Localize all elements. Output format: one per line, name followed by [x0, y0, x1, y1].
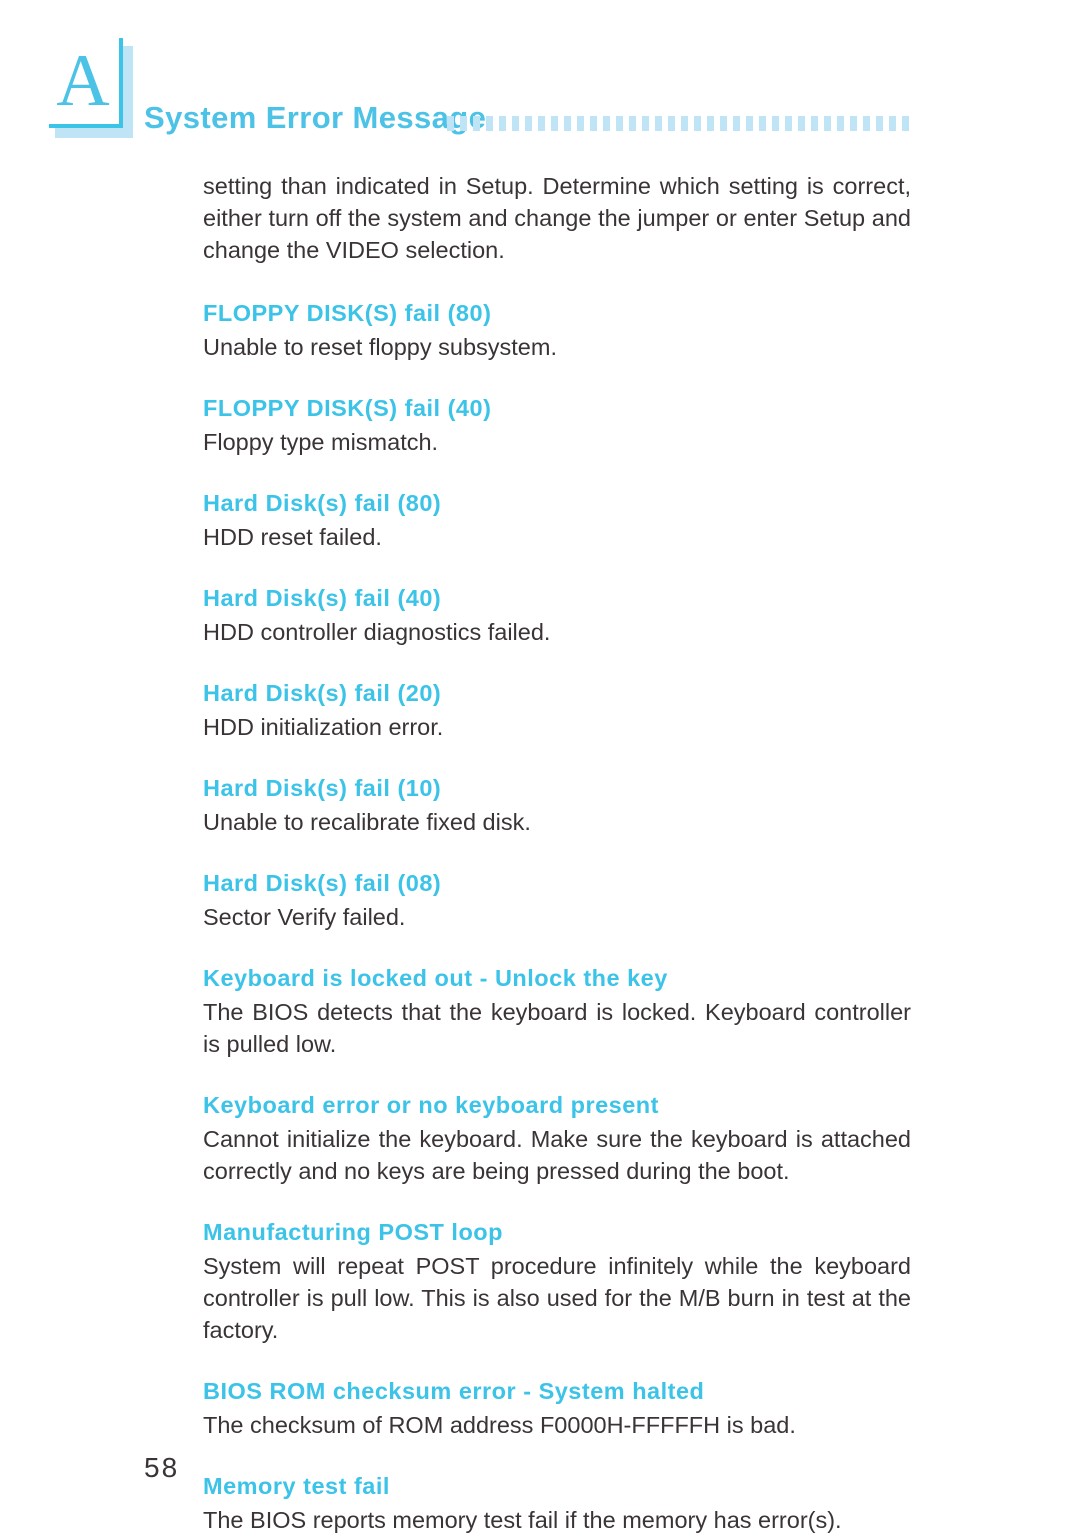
header-dotted-rule [447, 115, 913, 131]
error-entry: BIOS ROM checksum error - System halted T… [203, 1376, 911, 1441]
error-entry-description: Floppy type mismatch. [203, 429, 439, 455]
header-dot [694, 115, 701, 131]
page-number: 58 [144, 1452, 180, 1483]
header-dot [460, 115, 467, 131]
error-entry-description: Unable to recalibrate fixed disk. [203, 809, 531, 835]
header-dot [798, 115, 805, 131]
error-entry: Keyboard error or no keyboard present Can… [203, 1090, 911, 1187]
error-entry: Memory test fail The BIOS reports memory … [203, 1471, 911, 1536]
error-entry-title: Hard Disk(s) fail (08) [203, 870, 442, 896]
error-entry-description: Sector Verify failed. [203, 904, 406, 930]
header-dot [486, 115, 493, 131]
page-content: setting than indicated in Setup. Determi… [203, 170, 911, 1536]
error-entry: Manufacturing POST loop System will repea… [203, 1217, 911, 1346]
header-dot [655, 115, 662, 131]
error-entry-title: Hard Disk(s) fail (80) [203, 490, 442, 516]
chapter-badge-vertical-rule [119, 38, 123, 128]
error-entry-title: Hard Disk(s) fail (40) [203, 585, 442, 611]
header-dot [681, 115, 688, 131]
header-dot [499, 115, 506, 131]
error-entry: Hard Disk(s) fail (08) Sector Verify fail… [203, 868, 911, 933]
error-entry: Hard Disk(s) fail (40) HDD controller dia… [203, 583, 911, 648]
error-entry: FLOPPY DISK(S) fail (40) Floppy type mism… [203, 393, 911, 458]
header-dot [837, 115, 844, 131]
header-dot [447, 115, 454, 131]
error-entry-title: Memory test fail [203, 1473, 390, 1499]
header-dot [733, 115, 740, 131]
header-dot [759, 115, 766, 131]
header-dot [551, 115, 558, 131]
error-entry-description: HDD controller diagnostics failed. [203, 619, 551, 645]
header-dot [889, 115, 896, 131]
error-entry-title: BIOS ROM checksum error - System halted [203, 1378, 705, 1404]
error-entry-title: Keyboard error or no keyboard present [203, 1092, 659, 1118]
header-dot [811, 115, 818, 131]
chapter-letter: A [56, 40, 110, 122]
error-entry-description: The BIOS detects that the keyboard is lo… [203, 999, 911, 1057]
error-entry-title: Hard Disk(s) fail (10) [203, 775, 442, 801]
header-dot [785, 115, 792, 131]
header-dot [876, 115, 883, 131]
error-entry-description: The checksum of ROM address F0000H-FFFFF… [203, 1412, 796, 1438]
header-dot [902, 115, 909, 131]
error-entry-title: Keyboard is locked out - Unlock the key [203, 965, 668, 991]
header-dot [863, 115, 870, 131]
error-entry-title: FLOPPY DISK(S) fail (80) [203, 300, 492, 326]
header-dot [590, 115, 597, 131]
header-dot [577, 115, 584, 131]
error-entry-title: Hard Disk(s) fail (20) [203, 680, 442, 706]
error-entry: Keyboard is locked out - Unlock the key T… [203, 963, 911, 1060]
error-entry-title: Manufacturing POST loop [203, 1219, 504, 1245]
error-entry-description: Cannot initialize the keyboard. Make sur… [203, 1126, 911, 1184]
header-dot [473, 115, 480, 131]
header-dot [603, 115, 610, 131]
header-dot [824, 115, 831, 131]
chapter-badge: A [47, 38, 133, 138]
header-dot [720, 115, 727, 131]
header-dot [772, 115, 779, 131]
header-dot [616, 115, 623, 131]
header-dot [850, 115, 857, 131]
error-entry-description: System will repeat POST procedure infini… [203, 1253, 911, 1343]
error-entry: FLOPPY DISK(S) fail (80) Unable to reset … [203, 298, 911, 363]
header-dot [538, 115, 545, 131]
header-dot [642, 115, 649, 131]
header-dot [668, 115, 675, 131]
error-entry-list: FLOPPY DISK(S) fail (80) Unable to reset … [203, 298, 911, 1536]
error-entry: Hard Disk(s) fail (20) HDD initialization… [203, 678, 911, 743]
error-entry: Hard Disk(s) fail (10) Unable to recalibr… [203, 773, 911, 838]
header-dot [707, 115, 714, 131]
intro-paragraph: setting than indicated in Setup. Determi… [203, 173, 911, 263]
error-entry-description: The BIOS reports memory test fail if the… [203, 1507, 842, 1533]
error-entry: Hard Disk(s) fail (80) HDD reset failed. [203, 488, 911, 553]
page-title: System Error Message [144, 100, 487, 135]
header-dot [629, 115, 636, 131]
header-dot [512, 115, 519, 131]
error-entry-title: FLOPPY DISK(S) fail (40) [203, 395, 492, 421]
error-entry-description: Unable to reset floppy subsystem. [203, 334, 557, 360]
error-entry-description: HDD initialization error. [203, 714, 444, 740]
header-dot [746, 115, 753, 131]
header-dot [525, 115, 532, 131]
header-dot [564, 115, 571, 131]
page-header: A System Error Message [0, 0, 1080, 150]
error-entry-description: HDD reset failed. [203, 524, 382, 550]
